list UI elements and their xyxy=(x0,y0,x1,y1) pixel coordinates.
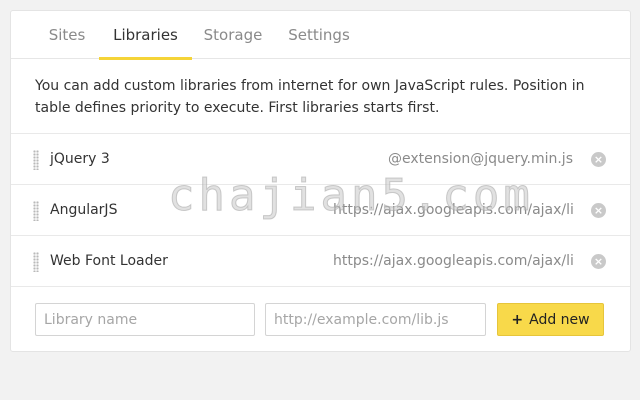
add-library-form: + Add new xyxy=(11,286,630,352)
plus-icon: + xyxy=(511,311,524,328)
library-url: https://ajax.googleapis.com/ajax/libs/we… xyxy=(333,253,573,269)
libraries-description: You can add custom libraries from intern… xyxy=(35,78,585,116)
add-new-button[interactable]: + Add new xyxy=(497,303,604,336)
library-url: @extension@jquery.min.js xyxy=(387,151,573,167)
drag-handle-icon[interactable] xyxy=(33,150,39,170)
libraries-panel: Sites Libraries Storage Settings You can… xyxy=(10,10,631,352)
drag-handle-icon[interactable] xyxy=(33,252,39,272)
tab-storage[interactable]: Storage xyxy=(198,11,268,59)
tab-bar: Sites Libraries Storage Settings xyxy=(11,11,630,60)
library-row[interactable]: jQuery 3 @extension@jquery.min.js × xyxy=(11,133,630,184)
library-name: Web Font Loader xyxy=(50,253,168,269)
remove-icon[interactable]: × xyxy=(591,203,606,218)
tab-settings[interactable]: Settings xyxy=(284,11,354,59)
tab-sites[interactable]: Sites xyxy=(35,11,99,59)
add-new-label: Add new xyxy=(529,311,590,328)
tab-libraries[interactable]: Libraries xyxy=(99,11,192,60)
library-name: jQuery 3 xyxy=(50,151,110,167)
library-name-input[interactable] xyxy=(35,303,255,336)
library-url: https://ajax.googleapis.com/ajax/libs/an… xyxy=(333,202,573,218)
library-url-input[interactable] xyxy=(265,303,486,336)
remove-icon[interactable]: × xyxy=(591,254,606,269)
library-row[interactable]: AngularJS https://ajax.googleapis.com/aj… xyxy=(11,184,630,235)
library-name: AngularJS xyxy=(50,202,118,218)
drag-handle-icon[interactable] xyxy=(33,201,39,221)
library-row[interactable]: Web Font Loader https://ajax.googleapis.… xyxy=(11,235,630,286)
remove-icon[interactable]: × xyxy=(591,152,606,167)
